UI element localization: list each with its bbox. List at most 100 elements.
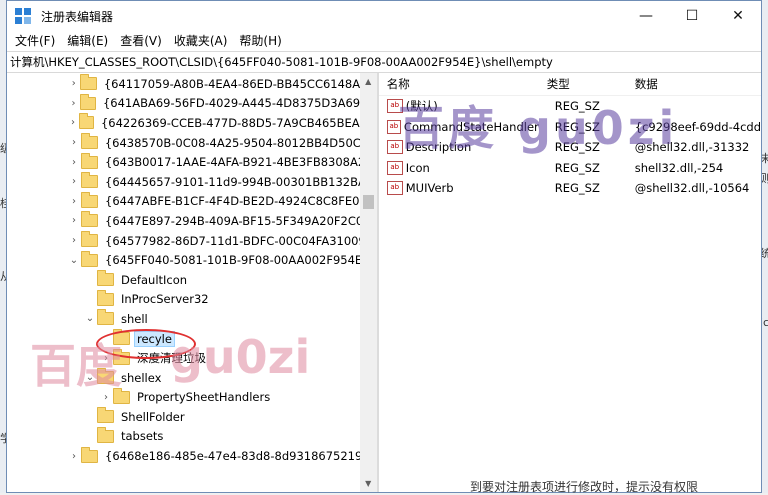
window-title: 注册表编辑器 <box>41 9 114 24</box>
tree-item[interactable]: › {64226369-CCEB-477D-88D5-7A9CB465BEAC} <box>7 113 377 133</box>
column-header-type[interactable]: 类型 <box>539 76 627 92</box>
tree-item[interactable]: tabsets <box>7 426 377 447</box>
collapse-chevron-icon[interactable]: ⌄ <box>83 372 97 383</box>
tree-item-label: {6447E897-294B-409A-BF15-5F349A20F2C0} <box>105 213 371 228</box>
value-data: shell32.dll,-254 <box>634 160 724 175</box>
value-name: CommandStateHandler <box>403 119 539 134</box>
tree-item[interactable]: DefaultIcon <box>7 270 377 290</box>
string-value-icon: ab <box>386 140 403 155</box>
tree-item[interactable]: › PropertySheetHandlers <box>7 387 377 408</box>
value-name: MUIVerb <box>405 181 454 196</box>
tree-item-label: PropertySheetHandlers <box>137 390 271 405</box>
menu-edit[interactable]: 编辑(E) <box>61 31 114 51</box>
expand-chevron-icon[interactable]: › <box>67 451 81 462</box>
maximize-button[interactable]: ☐ <box>669 1 715 31</box>
tree-item-label: InProcServer32 <box>121 292 209 307</box>
tree-item-label: {64577982-86D7-11d1-BDFC-00C04FA31009} <box>105 233 374 248</box>
address-path: 计算机\HKEY_CLASSES_ROOT\CLSID\{645FF040-50… <box>10 55 553 69</box>
value-row[interactable]: ab CommandStateHandler REG_SZ {c9298eef-69d… <box>379 117 761 138</box>
expand-chevron-icon[interactable]: › <box>67 117 79 128</box>
tree-item[interactable]: › {6447E897-294B-409A-BF15-5F349A20F2C0} <box>7 211 377 231</box>
folder-icon <box>80 74 97 91</box>
value-name-cell: ab Description <box>379 140 539 155</box>
tree-item[interactable]: › {643B0017-1AAE-4AFA-B921-4BE3FB8308A2} <box>7 152 377 172</box>
value-name: (默认) <box>405 99 438 114</box>
folder-icon <box>81 231 98 248</box>
string-value-icon: ab <box>386 181 403 196</box>
value-type: REG_SZ <box>554 181 600 196</box>
folder-icon <box>81 172 98 189</box>
string-value-icon: ab <box>386 119 401 134</box>
tree-item[interactable]: › {64445657-9101-11d9-994B-00301BB132BA} <box>7 172 377 192</box>
tree-item[interactable]: › {64577982-86D7-11d1-BDFC-00C04FA31009} <box>7 231 377 251</box>
tree-scrollbar[interactable]: ▲ ▼ <box>359 73 377 492</box>
folder-icon <box>97 426 114 443</box>
expand-chevron-icon[interactable]: › <box>67 176 81 187</box>
scroll-down-arrow-icon[interactable]: ▼ <box>360 475 377 492</box>
column-header-data[interactable]: 数据 <box>627 76 658 92</box>
tree-item[interactable]: ⌄ {645FF040-5081-101B-9F08-00AA002F954E} <box>7 250 377 270</box>
tree-item-label: {645FF040-5081-101B-9F08-00AA002F954E} <box>105 253 370 268</box>
menu-favorites[interactable]: 收藏夹(A) <box>168 31 234 51</box>
value-data: {c9298eef-69dd-4cdd <box>634 119 761 134</box>
value-name: Description <box>405 140 472 155</box>
tree-item-label: {6447ABFE-B1CF-4F4D-BE2D-4924C8C8FE00} <box>105 194 375 209</box>
expand-chevron-icon[interactable]: › <box>99 392 113 403</box>
close-button[interactable]: ✕ <box>715 1 761 31</box>
folder-icon <box>113 387 130 404</box>
column-header-name[interactable]: 名称 <box>379 76 539 92</box>
folder-icon <box>97 309 114 326</box>
tree-item[interactable]: › {641ABA69-56FD-4029-A445-4D8375D3A699} <box>7 93 377 114</box>
expand-chevron-icon[interactable]: › <box>67 196 81 207</box>
value-row[interactable]: ab Icon REG_SZ shell32.dll,-254 <box>379 158 761 179</box>
value-name-cell: ab Icon <box>379 160 539 175</box>
value-row[interactable]: ab (默认) REG_SZ <box>379 96 761 117</box>
expand-chevron-icon[interactable]: › <box>67 215 81 226</box>
expand-chevron-icon[interactable]: › <box>67 235 81 246</box>
folder-icon <box>80 93 96 110</box>
collapse-chevron-icon[interactable]: ⌄ <box>83 313 97 324</box>
value-name-cell: ab (默认) <box>379 98 539 114</box>
key-tree: › {64117059-A80B-4EA4-86ED-BB45CC6148A7} ›… <box>7 73 379 492</box>
value-row[interactable]: ab Description REG_SZ @shell32.dll,-31332 <box>379 137 761 158</box>
string-value-icon: ab <box>386 99 403 114</box>
tree-item[interactable]: InProcServer32 <box>7 289 377 310</box>
tree-item[interactable]: ShellFolder <box>7 407 377 427</box>
folder-icon <box>81 250 98 267</box>
tree-item-label: {6468e186-485e-47e4-83d8-8d9318675219} <box>105 449 370 464</box>
menu-file[interactable]: 文件(F) <box>9 31 61 51</box>
folder-icon <box>81 211 98 228</box>
tree-item[interactable]: › {6468e186-485e-47e4-83d8-8d9318675219} <box>7 446 377 466</box>
tree-item-label: {643B0017-1AAE-4AFA-B921-4BE3FB8308A2} <box>105 155 373 170</box>
tree-item[interactable]: › {6438570B-0C08-4A25-9504-8012BB4D50CF} <box>7 133 377 153</box>
tree-item[interactable]: ⌄ shellex <box>7 368 377 388</box>
menu-help[interactable]: 帮助(H) <box>233 31 287 51</box>
menu-view[interactable]: 查看(V) <box>114 31 168 51</box>
tree-item[interactable]: ⌄ shell <box>7 309 377 329</box>
address-bar[interactable]: 计算机\HKEY_CLASSES_ROOT\CLSID\{645FF040-50… <box>7 51 761 73</box>
folder-icon <box>80 133 98 150</box>
expand-chevron-icon[interactable]: › <box>67 78 80 89</box>
tree-item[interactable]: › {64117059-A80B-4EA4-86ED-BB45CC6148A7} <box>7 74 377 94</box>
title-bar[interactable]: 注册表编辑器 — ☐ ✕ <box>7 1 761 31</box>
minimize-button[interactable]: — <box>623 1 669 31</box>
scroll-up-arrow-icon[interactable]: ▲ <box>360 73 377 90</box>
folder-icon <box>97 289 114 306</box>
value-data: @shell32.dll,-31332 <box>634 140 750 155</box>
tree-item[interactable]: › 深度清理垃圾 <box>7 348 377 368</box>
value-name: Icon <box>405 160 430 175</box>
value-type: REG_SZ <box>554 160 600 175</box>
value-row[interactable]: ab MUIVerb REG_SZ @shell32.dll,-10564 <box>379 178 761 199</box>
expand-chevron-icon[interactable]: › <box>67 137 81 148</box>
scroll-thumb[interactable] <box>362 195 374 209</box>
tree-item-label: tabsets <box>121 429 164 444</box>
regedit-app-icon <box>15 8 31 24</box>
bg-bottom-text: 到要对注册表项进行修改时，提示没有权限 <box>470 480 699 494</box>
collapse-chevron-icon[interactable]: ⌄ <box>67 255 81 266</box>
tree-item[interactable]: › {6447ABFE-B1CF-4F4D-BE2D-4924C8C8FE00} <box>7 191 377 212</box>
tree-item-label: shellex <box>121 370 162 385</box>
expand-chevron-icon[interactable]: › <box>67 98 80 109</box>
tree-item-label: shell <box>121 311 148 326</box>
expand-chevron-icon[interactable]: › <box>67 157 81 168</box>
folder-icon <box>81 152 98 169</box>
